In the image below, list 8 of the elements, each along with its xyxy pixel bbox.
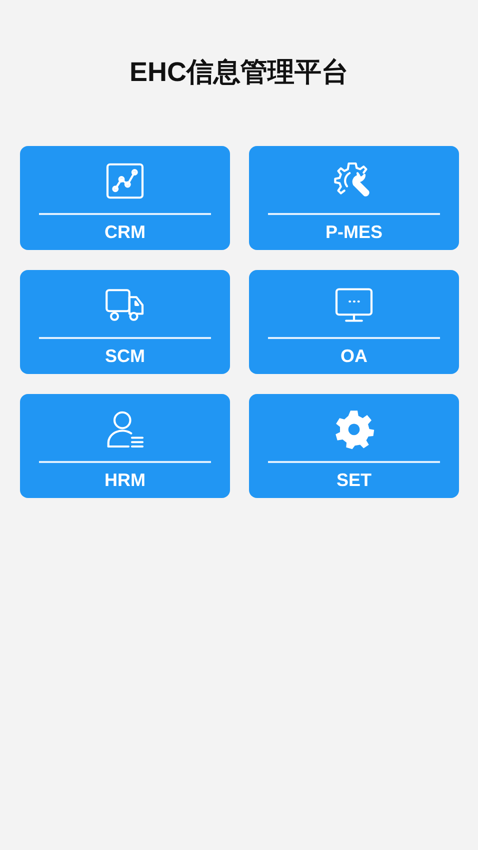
- module-button[interactable]: OA: [249, 270, 459, 374]
- module-button[interactable]: SCM: [20, 270, 230, 374]
- module-button[interactable]: CRM: [20, 146, 230, 250]
- settings-icon: [333, 408, 375, 450]
- module-button[interactable]: SET: [249, 394, 459, 498]
- module-button[interactable]: P-MES: [249, 146, 459, 250]
- page-title: EHC信息管理平台: [128, 56, 350, 89]
- module-button[interactable]: HRM: [20, 394, 230, 498]
